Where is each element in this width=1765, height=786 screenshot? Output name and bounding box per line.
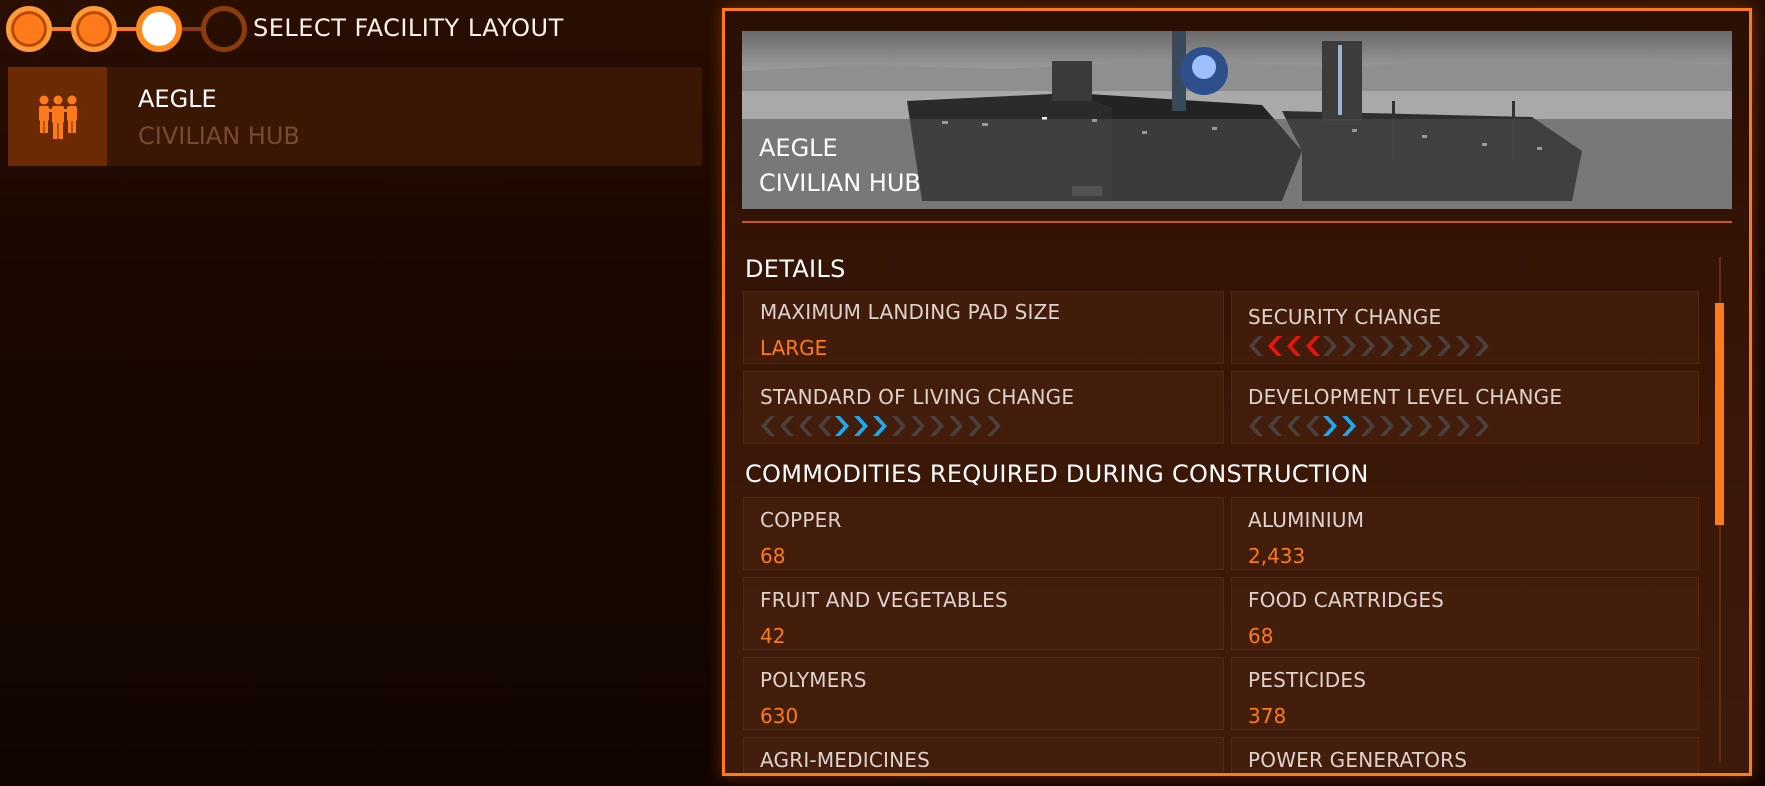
step-2-dot (71, 6, 117, 52)
standard-of-living-label: STANDARD OF LIVING CHANGE (760, 385, 1075, 409)
chevron-right-icon (1342, 336, 1356, 356)
chevron-left-icon (1268, 416, 1282, 436)
facility-preview-image: AEGLE CIVILIAN HUB (742, 31, 1732, 209)
preview-layout-name: AEGLE (759, 134, 838, 162)
preview-caption: AEGLE CIVILIAN HUB (742, 119, 1732, 209)
chevron-right-icon (987, 416, 1001, 436)
chevron-right-icon (949, 416, 963, 436)
chevron-right-icon (1342, 416, 1356, 436)
step-4-dot (201, 6, 247, 52)
step-1-dot (6, 6, 52, 52)
step-title: SELECT FACILITY LAYOUT (253, 14, 564, 42)
chevron-left-icon (1306, 416, 1320, 436)
chevron-right-icon (1437, 416, 1451, 436)
chevron-right-icon (911, 416, 925, 436)
chevron-left-icon (1249, 336, 1263, 356)
chevron-right-icon (968, 416, 982, 436)
layout-icon-tile (8, 67, 107, 166)
chevron-right-icon (873, 416, 887, 436)
landing-pad-card: MAXIMUM LANDING PAD SIZE LARGE (743, 291, 1224, 364)
details-heading: DETAILS (745, 255, 846, 283)
commodity-name: ALUMINIUM (1248, 508, 1365, 532)
chevron-left-icon (799, 416, 813, 436)
landing-pad-label: MAXIMUM LANDING PAD SIZE (760, 300, 1061, 324)
chevron-right-icon (1380, 336, 1394, 356)
security-change-label: SECURITY CHANGE (1248, 305, 1442, 329)
chevron-right-icon (1456, 336, 1470, 356)
chevron-right-icon (854, 416, 868, 436)
commodity-item: COPPER 68 (743, 497, 1224, 570)
chevron-right-icon (892, 416, 906, 436)
step-3-dot (136, 6, 182, 52)
commodity-name: AGRI-MEDICINES (760, 748, 930, 772)
commodity-name: PESTICIDES (1248, 668, 1367, 692)
chevron-right-icon (930, 416, 944, 436)
step-progress (6, 6, 247, 52)
panel-divider (742, 221, 1732, 223)
chevron-right-icon (1437, 336, 1451, 356)
chevron-left-icon (1306, 336, 1320, 356)
commodity-quantity: 378 (1248, 704, 1287, 728)
commodity-item: POLYMERS 630 (743, 657, 1224, 730)
commodity-item: AGRI-MEDICINES (743, 737, 1224, 773)
chevron-right-icon (1475, 416, 1489, 436)
security-change-card: SECURITY CHANGE (1231, 291, 1699, 364)
chevron-right-icon (1418, 336, 1432, 356)
commodity-name: FOOD CARTRIDGES (1248, 588, 1445, 612)
chevron-right-icon (1361, 336, 1375, 356)
chevron-right-icon (1418, 416, 1432, 436)
development-level-card: DEVELOPMENT LEVEL CHANGE (1231, 371, 1699, 444)
chevron-left-icon (780, 416, 794, 436)
commodity-item: POWER GENERATORS (1231, 737, 1699, 773)
commodity-item: FRUIT AND VEGETABLES 42 (743, 577, 1224, 650)
scrollbar-thumb[interactable] (1715, 303, 1724, 525)
chevron-right-icon (1380, 416, 1394, 436)
commodity-name: COPPER (760, 508, 842, 532)
chevron-right-icon (835, 416, 849, 436)
commodities-heading: COMMODITIES REQUIRED DURING CONSTRUCTION (745, 460, 1369, 488)
chevron-right-icon (1323, 416, 1337, 436)
preview-layout-type: CIVILIAN HUB (759, 169, 921, 197)
commodity-quantity: 630 (760, 704, 799, 728)
chevron-right-icon (1399, 416, 1413, 436)
landing-pad-value: LARGE (760, 336, 828, 360)
commodity-quantity: 68 (1248, 624, 1274, 648)
commodity-item: FOOD CARTRIDGES 68 (1231, 577, 1699, 650)
commodity-item: ALUMINIUM 2,433 (1231, 497, 1699, 570)
standard-of-living-card: STANDARD OF LIVING CHANGE (743, 371, 1224, 444)
layout-detail-panel: AEGLE CIVILIAN HUB DETAILS MAXIMUM LANDI… (722, 8, 1752, 776)
chevron-left-icon (1287, 416, 1301, 436)
commodity-name: FRUIT AND VEGETABLES (760, 588, 1008, 612)
development-level-label: DEVELOPMENT LEVEL CHANGE (1248, 385, 1563, 409)
layout-type: CIVILIAN HUB (138, 122, 300, 150)
chevron-left-icon (1268, 336, 1282, 356)
facility-layout-item[interactable]: AEGLE CIVILIAN HUB (8, 67, 702, 166)
chevron-right-icon (1456, 416, 1470, 436)
layout-name: AEGLE (138, 85, 217, 113)
commodity-item: PESTICIDES 378 (1231, 657, 1699, 730)
chevron-left-icon (1249, 416, 1263, 436)
commodity-name: POWER GENERATORS (1248, 748, 1468, 772)
chevron-right-icon (1399, 336, 1413, 356)
commodity-name: POLYMERS (760, 668, 867, 692)
chevron-left-icon (761, 416, 775, 436)
chevron-right-icon (1475, 336, 1489, 356)
security-change-meter (1246, 335, 1493, 359)
chevron-right-icon (1323, 336, 1337, 356)
commodity-quantity: 68 (760, 544, 786, 568)
chevron-left-icon (1287, 336, 1301, 356)
chevron-left-icon (818, 416, 832, 436)
development-level-meter (1246, 415, 1493, 439)
chevron-right-icon (1361, 416, 1375, 436)
people-icon (38, 95, 77, 139)
standard-of-living-meter (758, 415, 1005, 439)
commodity-quantity: 42 (760, 624, 786, 648)
commodity-quantity: 2,433 (1248, 544, 1306, 568)
